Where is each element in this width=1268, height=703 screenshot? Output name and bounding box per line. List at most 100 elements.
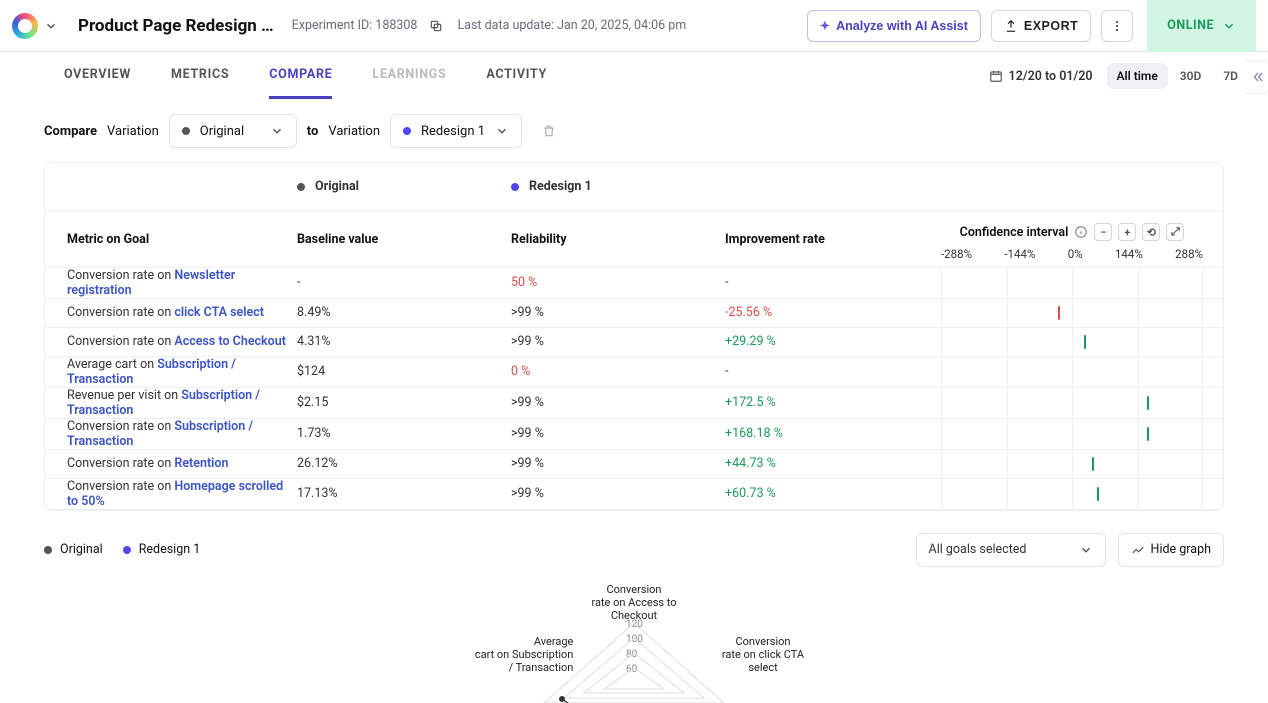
ci-marker bbox=[1058, 306, 1060, 320]
improvement-value: +44.73 % bbox=[725, 449, 933, 478]
improvement-value: +29.29 % bbox=[725, 327, 933, 356]
metric-goal-link[interactable]: Retention bbox=[174, 456, 228, 471]
table-row: Revenue per visit on Subscription / Tran… bbox=[45, 387, 1223, 418]
hide-graph-button[interactable]: Hide graph bbox=[1118, 533, 1224, 567]
confidence-cell bbox=[933, 267, 1223, 298]
table-row: Conversion rate on Homepage scrolled to … bbox=[45, 478, 1223, 509]
confidence-cell bbox=[933, 449, 1223, 478]
brand-switcher[interactable] bbox=[12, 13, 58, 39]
tab-learnings[interactable]: LEARNINGS bbox=[372, 53, 446, 99]
more-menu-button[interactable] bbox=[1101, 10, 1133, 42]
ci-marker bbox=[1097, 487, 1099, 501]
reliability-value: >99 % bbox=[511, 449, 725, 478]
reliability-value: >99 % bbox=[511, 418, 725, 449]
range-30d[interactable]: 30D bbox=[1170, 63, 1212, 89]
table-row: Conversion rate on Newsletter registrati… bbox=[45, 267, 1223, 298]
column-variation-b: Redesign 1 bbox=[529, 179, 592, 194]
baseline-value: 17.13% bbox=[297, 478, 511, 509]
metric-prefix: Average cart on bbox=[67, 357, 157, 372]
metric-prefix: Conversion rate on bbox=[67, 456, 174, 471]
metric-goal-link[interactable]: Access to Checkout bbox=[174, 334, 286, 349]
date-range-picker[interactable]: 12/20 to 01/20 bbox=[989, 69, 1093, 84]
goals-filter-select[interactable]: All goals selected bbox=[916, 533, 1106, 567]
reliability-value: >99 % bbox=[511, 387, 725, 418]
ci-marker bbox=[1147, 427, 1149, 441]
table-row: Conversion rate on Subscription / Transa… bbox=[45, 418, 1223, 449]
brand-logo bbox=[12, 13, 38, 39]
column-variation-a: Original bbox=[315, 179, 359, 194]
copy-id-button[interactable] bbox=[425, 15, 447, 37]
chevron-down-icon bbox=[495, 124, 509, 138]
dot-icon bbox=[403, 127, 411, 135]
metric-goal-link[interactable]: click CTA select bbox=[174, 305, 264, 320]
analyze-ai-button[interactable]: ✦ Analyze with AI Assist bbox=[807, 10, 981, 42]
tab-bar: OVERVIEW METRICS COMPARE LEARNINGS ACTIV… bbox=[0, 52, 1268, 100]
info-icon[interactable] bbox=[1074, 225, 1088, 239]
ci-marker bbox=[1147, 396, 1149, 410]
dot-icon bbox=[182, 127, 190, 135]
tab-metrics[interactable]: METRICS bbox=[171, 53, 229, 99]
compare-label: Compare bbox=[44, 124, 97, 139]
variation-a-select[interactable]: Original bbox=[169, 114, 297, 148]
baseline-value: 26.12% bbox=[297, 449, 511, 478]
experiment-id-label: Experiment ID: 188308 bbox=[292, 18, 418, 33]
col-baseline: Baseline value bbox=[297, 211, 511, 267]
to-label: to bbox=[307, 124, 319, 139]
ci-zoom-out-button[interactable]: − bbox=[1094, 223, 1112, 241]
metric-prefix: Conversion rate on bbox=[67, 334, 174, 349]
chart-icon bbox=[1131, 543, 1145, 557]
reliability-value: >99 % bbox=[511, 298, 725, 327]
reliability-value: >99 % bbox=[511, 478, 725, 509]
legend-original[interactable]: Original bbox=[44, 542, 103, 557]
calendar-icon bbox=[989, 69, 1003, 83]
table-row: Average cart on Subscription / Transacti… bbox=[45, 356, 1223, 387]
page-title: Product Page Redesign … bbox=[78, 16, 274, 36]
confidence-cell bbox=[933, 327, 1223, 356]
reliability-value: >99 % bbox=[511, 327, 725, 356]
metric-prefix: Conversion rate on bbox=[67, 479, 174, 494]
col-reliability: Reliability bbox=[511, 211, 725, 267]
col-confidence: Confidence interval − + ⟲ ⤢ bbox=[933, 211, 1223, 267]
baseline-value: $2.15 bbox=[297, 387, 511, 418]
improvement-value: +60.73 % bbox=[725, 478, 933, 509]
confidence-cell bbox=[933, 387, 1223, 418]
ci-fit-button[interactable]: ⤢ bbox=[1166, 223, 1184, 241]
improvement-value: - bbox=[725, 356, 933, 387]
graph-controls: Original Redesign 1 All goals selected H… bbox=[44, 533, 1224, 567]
collapse-panel-button[interactable] bbox=[1246, 60, 1268, 94]
table-row: Conversion rate on click CTA select8.49%… bbox=[45, 298, 1223, 327]
confidence-cell bbox=[933, 356, 1223, 387]
status-badge[interactable]: ONLINE bbox=[1147, 0, 1256, 52]
legend-redesign[interactable]: Redesign 1 bbox=[123, 542, 201, 557]
reliability-value: 0 % bbox=[511, 356, 725, 387]
metric-prefix: Conversion rate on bbox=[67, 419, 174, 434]
range-all-time[interactable]: All time bbox=[1107, 63, 1168, 89]
export-button[interactable]: EXPORT bbox=[991, 10, 1091, 42]
tab-overview[interactable]: OVERVIEW bbox=[64, 53, 131, 99]
improvement-value: +172.5 % bbox=[725, 387, 933, 418]
sparkle-icon: ✦ bbox=[820, 18, 830, 33]
col-improvement: Improvement rate bbox=[725, 211, 933, 267]
variation-label-b: Variation bbox=[328, 124, 380, 139]
chevron-down-icon bbox=[44, 19, 58, 33]
last-update-label: Last data update: Jan 20, 2025, 04:06 pm bbox=[457, 18, 686, 33]
reliability-value: 50 % bbox=[511, 267, 725, 298]
improvement-value: +168.18 % bbox=[725, 418, 933, 449]
comparison-table: Original Redesign 1 Metric on Goal Basel… bbox=[44, 162, 1224, 511]
variation-label-a: Variation bbox=[107, 124, 159, 139]
confidence-cell bbox=[933, 418, 1223, 449]
table-row: Conversion rate on Retention 26.12%>99 %+… bbox=[45, 449, 1223, 478]
ci-zoom-in-button[interactable]: + bbox=[1118, 223, 1136, 241]
clear-comparison-button[interactable] bbox=[532, 114, 566, 148]
app-header: Product Page Redesign … Experiment ID: 1… bbox=[0, 0, 1268, 52]
ci-marker bbox=[1092, 457, 1094, 471]
range-7d[interactable]: 7D bbox=[1213, 63, 1248, 89]
radar-grid bbox=[524, 613, 744, 703]
radar-chart: Conversionrate on Access toCheckout Aver… bbox=[44, 583, 1224, 703]
improvement-value: -25.56 % bbox=[725, 298, 933, 327]
baseline-value: - bbox=[297, 267, 511, 298]
ci-reset-button[interactable]: ⟲ bbox=[1142, 223, 1160, 241]
variation-b-select[interactable]: Redesign 1 bbox=[390, 114, 522, 148]
tab-compare[interactable]: COMPARE bbox=[269, 53, 332, 99]
tab-activity[interactable]: ACTIVITY bbox=[486, 53, 547, 99]
